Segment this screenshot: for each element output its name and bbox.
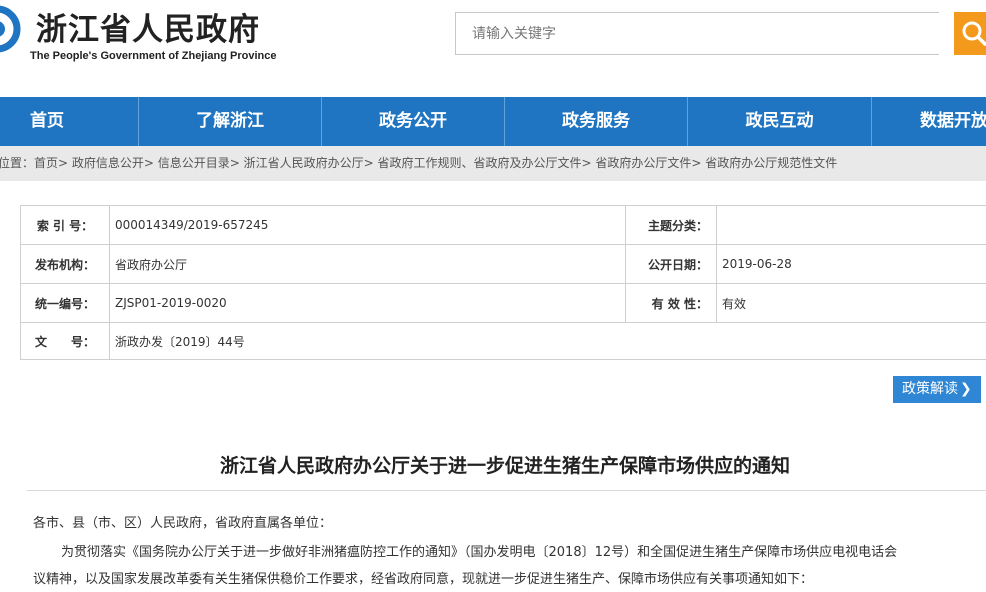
- validity-label: 有 效 性：: [625, 283, 717, 323]
- policy-interpretation-button[interactable]: 政策解读 ❯: [893, 376, 981, 403]
- policy-interpretation-label: 政策解读: [902, 381, 958, 397]
- publisher-value: 省政府办公厅: [109, 244, 626, 284]
- document-paragraph-line: 为贯彻落实《国务院办公厅关于进一步做好非洲猪瘟防控工作的通知》（国办发明电〔20…: [61, 545, 898, 560]
- table-row: 统一编号： ZJSP01-2019-0020 有 效 性： 有效: [20, 283, 986, 323]
- nav-divider: [871, 97, 872, 146]
- table-row: 文 号： 浙政办发〔2019〕44号: [20, 322, 986, 360]
- nav-government-services[interactable]: 政务服务: [505, 97, 687, 146]
- nav-about-zhejiang[interactable]: 了解浙江: [139, 97, 321, 146]
- nav-government-affairs-disclosure[interactable]: 政务公开: [322, 97, 504, 146]
- publisher-label: 发布机构：: [20, 244, 110, 284]
- nav-public-interaction[interactable]: 政民互动: [688, 97, 871, 146]
- code-value: ZJSP01-2019-0020: [109, 283, 626, 323]
- site-subtitle: The People's Government of Zhejiang Prov…: [30, 50, 277, 62]
- topic-value: [716, 205, 986, 245]
- docno-label: 文 号：: [20, 322, 110, 360]
- code-label: 统一编号：: [20, 283, 110, 323]
- breadcrumb-trail[interactable]: 位置：首页> 政府信息公开> 信息公开目录> 浙江省人民政府办公厅> 省政府工作…: [0, 146, 837, 181]
- docno-value: 浙政办发〔2019〕44号: [109, 322, 986, 360]
- date-label: 公开日期：: [625, 244, 717, 284]
- index-value: 000014349/2019-657245: [109, 205, 626, 245]
- nav-open-data[interactable]: 数据开放: [920, 97, 986, 146]
- nav-home[interactable]: 首页: [0, 97, 94, 146]
- government-emblem-icon: [0, 0, 22, 56]
- breadcrumb: 位置：首页> 政府信息公开> 信息公开目录> 浙江省人民政府办公厅> 省政府工作…: [0, 146, 986, 181]
- table-row: 索 引 号： 000014349/2019-657245 主题分类：: [20, 205, 986, 245]
- index-label: 索 引 号：: [20, 205, 110, 245]
- main-nav: 首页 了解浙江 政务公开 政务服务 政民互动 数据开放: [0, 97, 986, 146]
- site-title[interactable]: 浙江省人民政府: [36, 4, 260, 49]
- divider: [27, 490, 986, 491]
- table-row: 发布机构： 省政府办公厅 公开日期： 2019-06-28: [20, 244, 986, 284]
- chevron-right-icon: ❯: [960, 381, 972, 397]
- validity-value: 有效: [716, 283, 986, 323]
- document-metadata-table: 索 引 号： 000014349/2019-657245 主题分类： 发布机构：…: [20, 205, 986, 360]
- document-greeting: 各市、县（市、区）人民政府，省政府直属各单位：: [33, 516, 333, 531]
- search-input[interactable]: [455, 12, 939, 55]
- document-paragraph-line: 议精神，以及国家发展改革委有关生猪保供稳价工作要求，经省政府同意，现就进一步促进…: [33, 572, 814, 587]
- topic-label: 主题分类：: [625, 205, 717, 245]
- search-icon: [962, 21, 986, 46]
- date-value: 2019-06-28: [716, 244, 986, 284]
- document-title: 浙江省人民政府办公厅关于进一步促进生猪生产保障市场供应的通知: [219, 455, 790, 477]
- search-button[interactable]: [954, 12, 986, 55]
